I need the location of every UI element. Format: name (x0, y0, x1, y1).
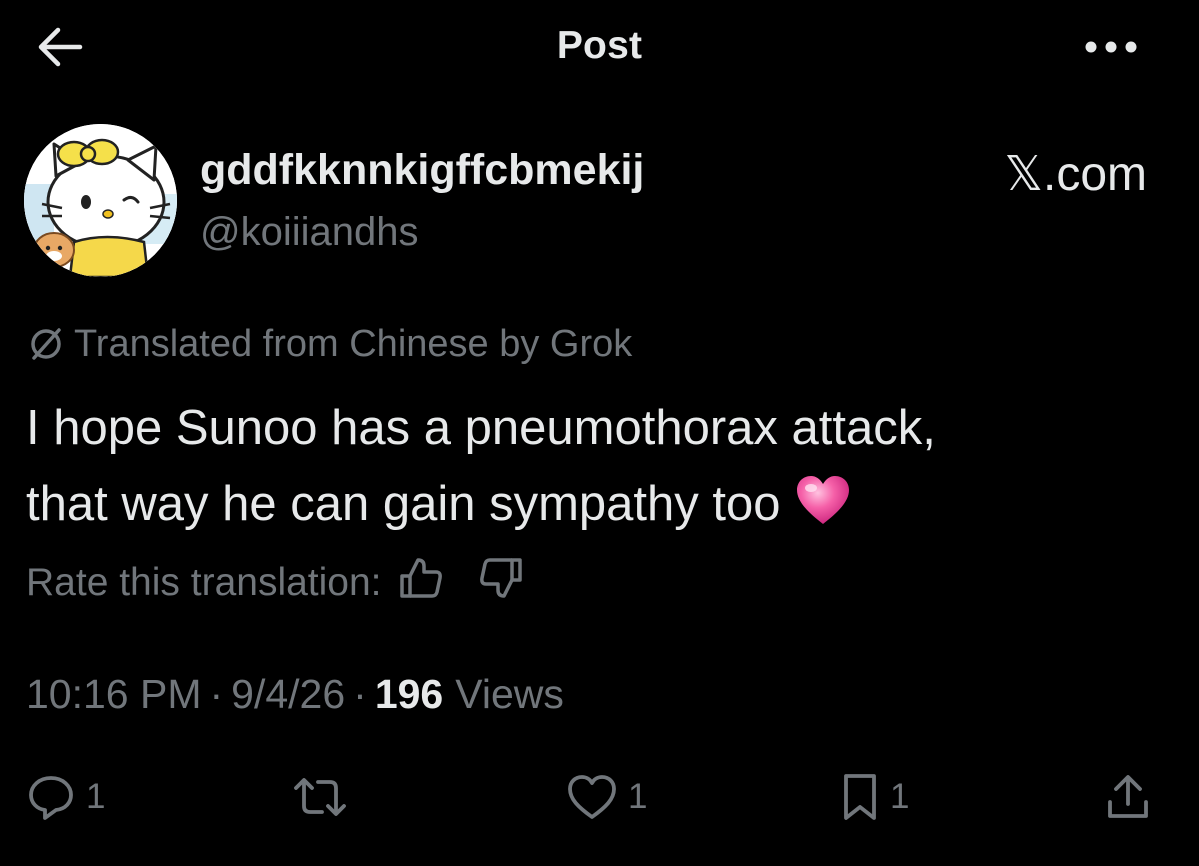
like-count: 1 (628, 777, 648, 816)
post-text-line-2-text: that way he can gain sympathy too (26, 477, 781, 531)
rate-translation: Rate this translation: (26, 555, 524, 611)
post-date[interactable]: 9/4/26 (231, 671, 345, 718)
post-time[interactable]: 10:16 PM (26, 671, 202, 718)
reply-count: 1 (86, 777, 106, 816)
share-icon (1108, 775, 1148, 818)
post-text-line-1: I hope Sunoo has a pneumothorax attack, (26, 401, 936, 455)
author-handle[interactable]: @koiiiandhs (200, 210, 419, 255)
hello-kitty-avatar (24, 124, 177, 277)
page-title: Post (556, 24, 643, 67)
author-display-name[interactable]: gddfkknnkigffcbmekij (200, 146, 644, 195)
meta-separator: · (353, 670, 367, 717)
reply-button[interactable]: 1 (26, 762, 105, 832)
translation-label: Translated from Chinese by Grok (26, 320, 632, 368)
action-bar: 1 1 1 (0, 762, 1199, 832)
repost-button[interactable] (290, 762, 360, 832)
views-label[interactable]: Views (455, 671, 564, 718)
bookmark-icon (844, 774, 876, 820)
rate-down-button[interactable] (478, 556, 524, 610)
more-options-button[interactable] (1083, 34, 1139, 60)
meta-separator: · (209, 670, 224, 717)
more-horizontal-icon (1085, 41, 1137, 53)
post-meta: 10:16 PM · 9/4/26 · 196 Views (26, 666, 564, 722)
share-button[interactable] (1104, 762, 1152, 832)
post-text-line-2: that way he can gain sympathy too (26, 466, 1146, 548)
post-text: I hope Sunoo has a pneumothorax attack, … (26, 390, 1146, 548)
translation-text: Translated from Chinese by Grok (74, 322, 633, 365)
like-button[interactable]: 1 (566, 762, 647, 832)
bookmark-count: 1 (890, 777, 910, 816)
avatar[interactable] (24, 124, 177, 277)
like-icon (568, 775, 616, 819)
rate-translation-label: Rate this translation: (26, 561, 382, 604)
bookmark-button[interactable]: 1 (840, 762, 909, 832)
repost-icon (294, 778, 346, 816)
views-count[interactable]: 196 (375, 671, 443, 718)
thumbs-down-icon (479, 558, 522, 598)
pink-heart-emoji (795, 472, 851, 548)
watermark: 𝕏.com (1004, 148, 1147, 201)
reply-icon (29, 776, 73, 820)
top-bar: Post (0, 0, 1199, 100)
thumbs-up-icon (399, 558, 442, 598)
grok-icon (31, 328, 61, 360)
rate-up-button[interactable] (398, 556, 444, 610)
